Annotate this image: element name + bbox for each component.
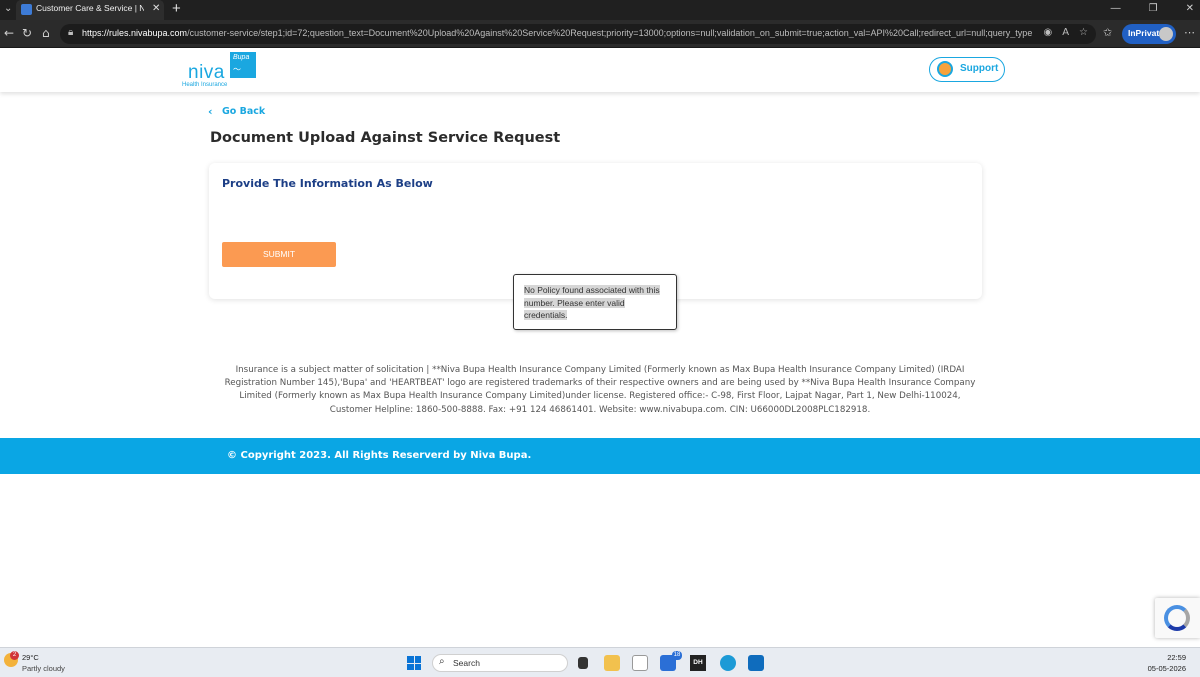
- support-headset-icon: [937, 61, 953, 77]
- weather-alert-badge: 2: [10, 651, 19, 660]
- legal-disclaimer: Insurance is a subject matter of solicit…: [224, 365, 976, 415]
- copyright-text: © Copyright 2023. All Rights Reserverd b…: [227, 450, 532, 461]
- error-message-text: No Policy found associated with this num…: [524, 285, 660, 320]
- browser-tab[interactable]: Customer Care & Service | Niva Bupa ✕: [16, 0, 164, 20]
- taskbar-search-box[interactable]: ⌕ Search: [432, 654, 568, 672]
- logo-subtitle: Health Insurance: [182, 82, 228, 88]
- tab-title: Customer Care & Service | Niva Bupa: [36, 3, 144, 13]
- close-tab-icon[interactable]: ✕: [152, 3, 160, 14]
- browser-toolbar: ← ↻ ⌂ 🔒︎ https://rules.nivabupa.com/cust…: [0, 20, 1200, 48]
- new-tab-icon[interactable]: +: [172, 0, 181, 17]
- submit-button[interactable]: SUBMIT: [222, 242, 336, 267]
- recaptcha-badge[interactable]: [1155, 598, 1200, 638]
- profile-avatar: [1159, 27, 1173, 41]
- more-menu-icon[interactable]: ⋯: [1184, 26, 1195, 39]
- favorite-star-icon[interactable]: ☆: [1079, 27, 1088, 38]
- weather-description[interactable]: Partly cloudy: [22, 664, 65, 673]
- page-title: Document Upload Against Service Request: [210, 130, 561, 146]
- logo-wordmark: niva: [188, 62, 225, 83]
- url-text[interactable]: https://rules.nivabupa.com/customer-serv…: [82, 28, 1032, 38]
- error-message: No Policy found associated with this num…: [524, 284, 668, 322]
- browser-tab-bar: ⌄ Customer Care & Service | Niva Bupa ✕ …: [0, 0, 1200, 20]
- windows-start-icon[interactable]: [407, 656, 421, 670]
- home-icon[interactable]: ⌂: [42, 26, 50, 40]
- address-bar-actions: ◉ A ☆: [1043, 27, 1088, 38]
- url-path: /customer-service/step1;id=72;question_t…: [187, 28, 1032, 38]
- support-button[interactable]: Support: [929, 57, 1005, 82]
- outlook-icon[interactable]: [748, 655, 764, 671]
- search-icon: ⌕: [439, 656, 445, 667]
- window-controls: — ❐ ✕: [1111, 3, 1194, 14]
- error-tooltip: No Policy found associated with this num…: [513, 274, 677, 330]
- site-favicon-icon: [21, 4, 32, 15]
- lock-icon[interactable]: 🔒︎: [68, 27, 73, 38]
- refresh-icon[interactable]: ↻: [22, 26, 32, 40]
- url-host: https://rules.nivabupa.com: [82, 28, 188, 38]
- favorites-icon[interactable]: ✩: [1103, 26, 1112, 39]
- chevron-left-icon: ‹: [208, 105, 213, 118]
- restore-icon[interactable]: ❐: [1149, 3, 1158, 14]
- close-window-icon[interactable]: ✕: [1186, 3, 1194, 14]
- support-label: Support: [960, 63, 999, 74]
- bupa-logo-box: Bupa 〜: [230, 52, 256, 78]
- read-aloud-icon[interactable]: A: [1062, 27, 1069, 38]
- edge-browser-icon[interactable]: [720, 655, 736, 671]
- submit-label: SUBMIT: [262, 249, 296, 259]
- tab-actions-chevron-icon[interactable]: ⌄: [4, 3, 12, 14]
- dev-tools-icon[interactable]: [632, 655, 648, 671]
- back-arrow-icon[interactable]: ←: [4, 26, 14, 40]
- address-bar[interactable]: 🔒︎ https://rules.nivabupa.com/customer-s…: [60, 24, 1096, 44]
- tracking-prevention-icon[interactable]: ◉: [1043, 27, 1052, 38]
- clock-time[interactable]: 22:59: [1167, 653, 1186, 662]
- recaptcha-icon: [1164, 605, 1190, 631]
- file-explorer-icon[interactable]: [604, 655, 620, 671]
- site-footer: © Copyright 2023. All Rights Reserverd b…: [0, 438, 1200, 474]
- todo-count-badge: 18: [672, 651, 682, 660]
- logo-bupa-text: Bupa: [233, 54, 250, 61]
- dh-app-icon[interactable]: DH: [690, 655, 706, 671]
- weather-temperature[interactable]: 29°C: [22, 653, 39, 662]
- heartbeat-icon: 〜: [233, 65, 241, 74]
- niva-bupa-logo[interactable]: niva Bupa 〜 Health Insurance: [182, 52, 258, 90]
- windows-taskbar: 2 29°C Partly cloudy ⌕ Search 18 DH 22:5…: [0, 647, 1200, 677]
- go-back-label: Go Back: [222, 106, 266, 117]
- form-heading: Provide The Information As Below: [222, 177, 433, 190]
- inprivate-button[interactable]: InPrivate: [1122, 24, 1176, 44]
- site-header: niva Bupa 〜 Health Insurance Support: [0, 48, 1200, 92]
- taskbar-search-label: Search: [453, 658, 480, 668]
- minimize-icon[interactable]: —: [1111, 3, 1121, 14]
- clock-date[interactable]: 05-05-2026: [1148, 664, 1186, 673]
- task-view-icon[interactable]: [578, 657, 588, 669]
